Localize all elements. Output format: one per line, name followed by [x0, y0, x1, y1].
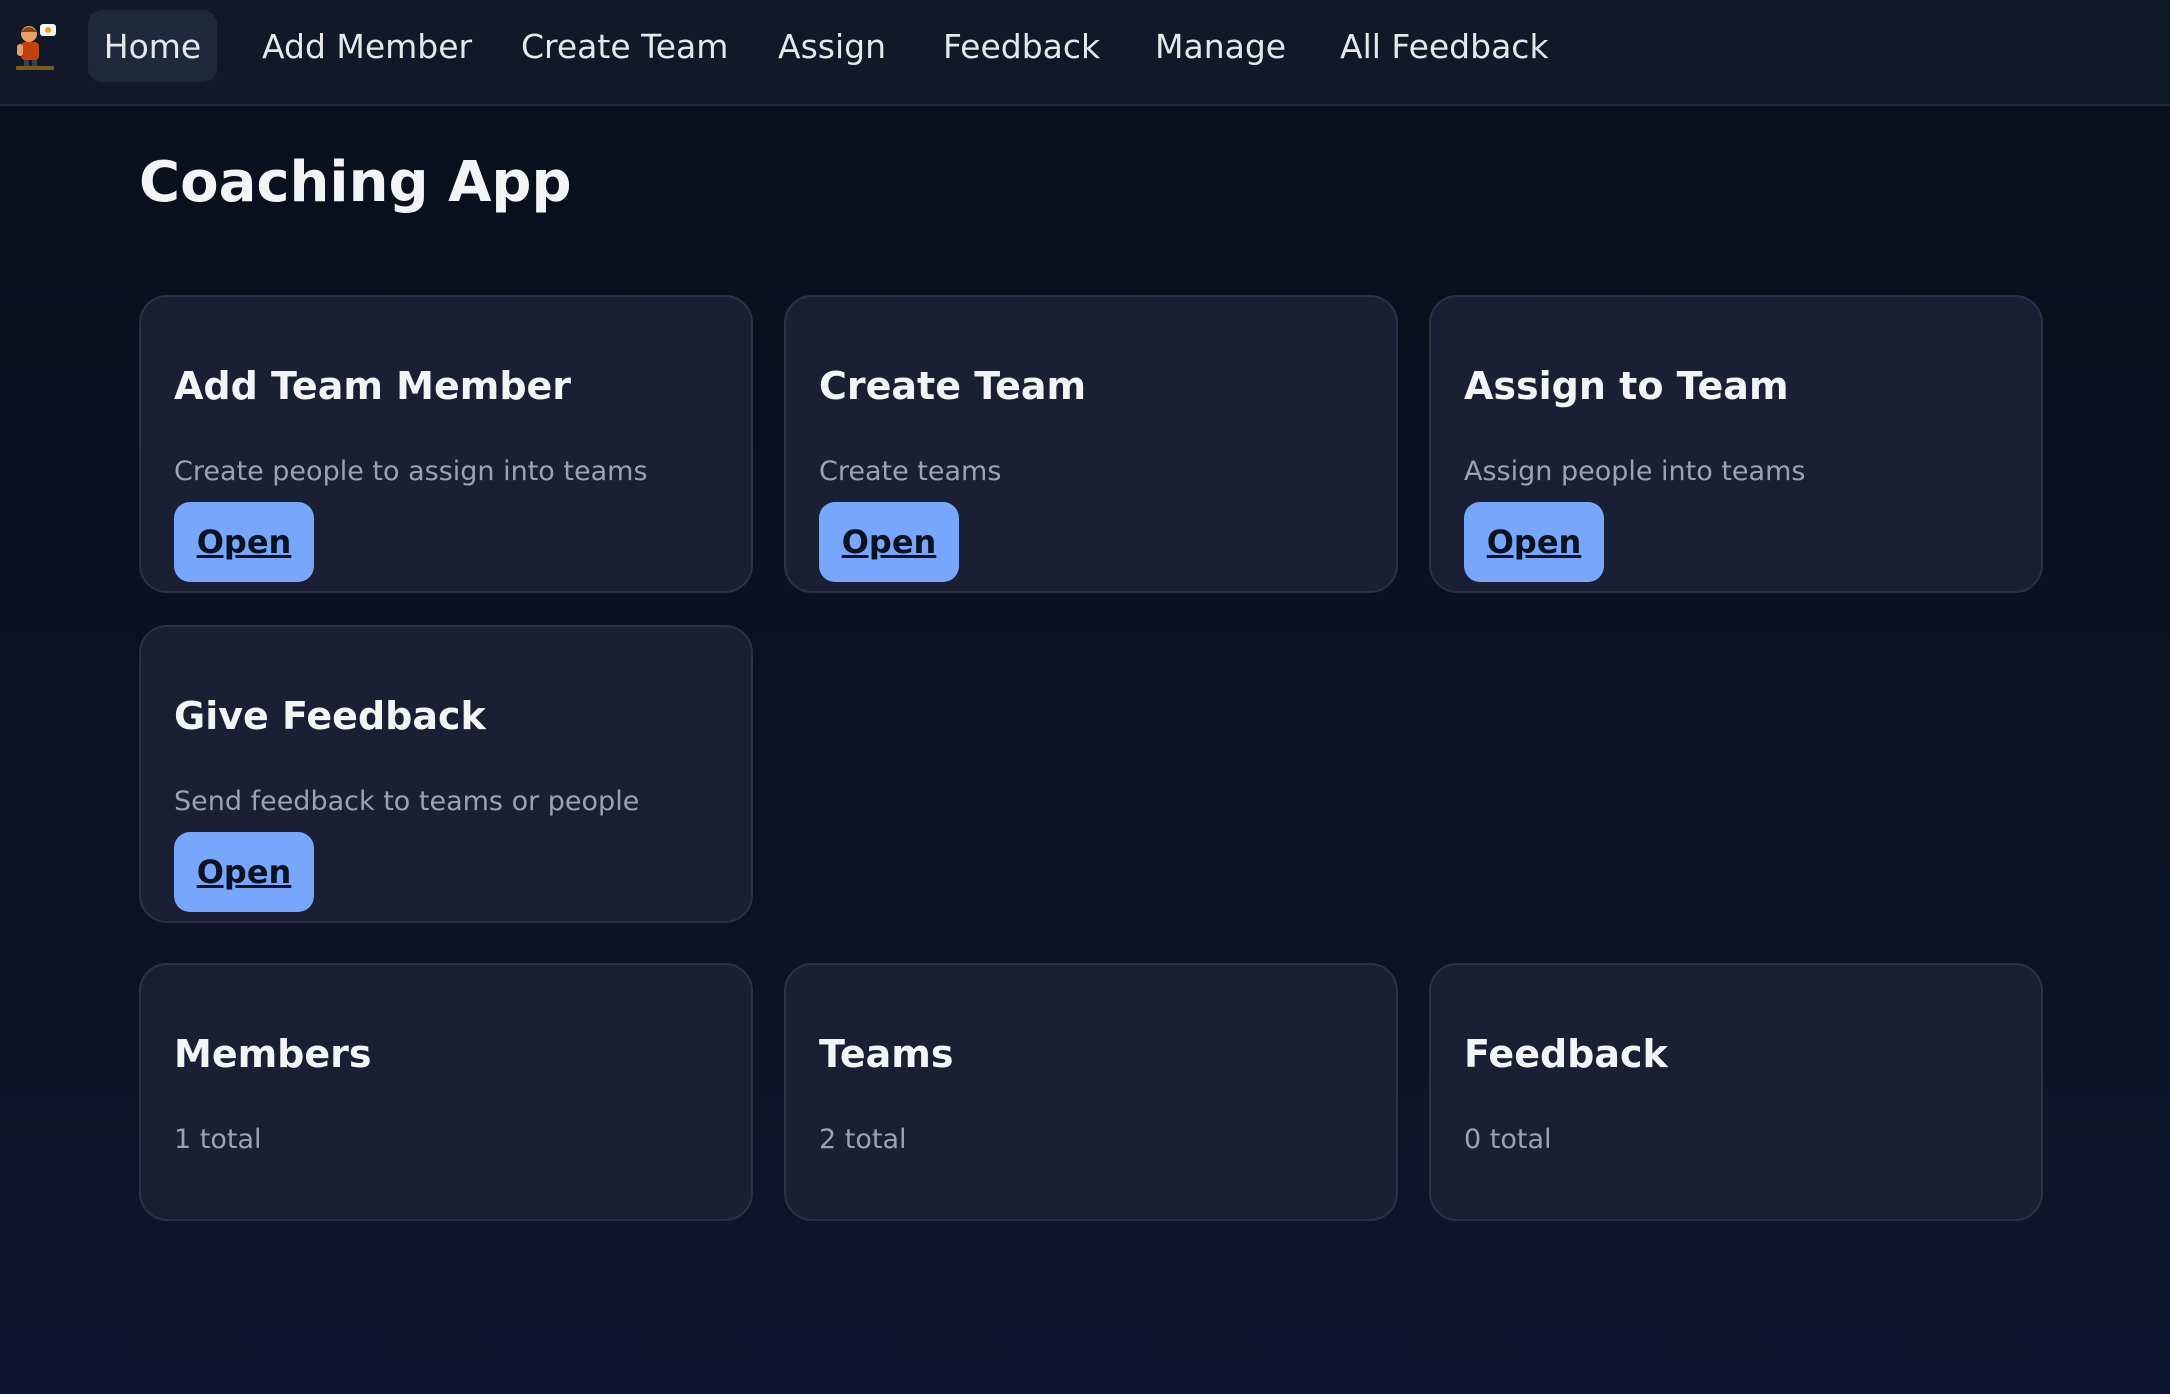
stat-title: Feedback — [1464, 1032, 1668, 1076]
coach-mascot-icon[interactable] — [12, 20, 60, 72]
nav-assign[interactable]: Assign — [758, 10, 906, 82]
stat-value: 2 total — [819, 1124, 907, 1155]
stat-value: 0 total — [1464, 1124, 1552, 1155]
nav-manage[interactable]: Manage — [1135, 10, 1306, 82]
card-title: Assign to Team — [1464, 364, 1789, 408]
card-description: Create teams — [819, 456, 1002, 487]
open-give-feedback-button[interactable]: Open — [174, 832, 314, 912]
action-card-assign-to-team: Assign to Team Assign people into teams … — [1429, 295, 2043, 593]
stat-title: Members — [174, 1032, 372, 1076]
card-description: Create people to assign into teams — [174, 456, 648, 487]
card-title: Create Team — [819, 364, 1087, 408]
top-navbar: Home Add Member Create Team Assign Feedb… — [0, 0, 2170, 106]
stat-card-feedback: Feedback 0 total — [1429, 963, 2043, 1221]
open-assign-to-team-button[interactable]: Open — [1464, 502, 1604, 582]
action-card-add-team-member: Add Team Member Create people to assign … — [139, 295, 753, 593]
stat-card-teams: Teams 2 total — [784, 963, 1398, 1221]
nav-add-member[interactable]: Add Member — [242, 10, 492, 82]
stat-value: 1 total — [174, 1124, 262, 1155]
action-card-give-feedback: Give Feedback Send feedback to teams or … — [139, 625, 753, 923]
card-title: Give Feedback — [174, 694, 486, 738]
open-add-team-member-button[interactable]: Open — [174, 502, 314, 582]
card-description: Assign people into teams — [1464, 456, 1806, 487]
card-title: Add Team Member — [174, 364, 572, 408]
nav-home[interactable]: Home — [88, 10, 217, 82]
card-description: Send feedback to teams or people — [174, 786, 640, 817]
stat-card-members: Members 1 total — [139, 963, 753, 1221]
open-create-team-button[interactable]: Open — [819, 502, 959, 582]
nav-all-feedback[interactable]: All Feedback — [1320, 10, 1569, 82]
stat-title: Teams — [819, 1032, 954, 1076]
nav-create-team[interactable]: Create Team — [501, 10, 748, 82]
nav-feedback[interactable]: Feedback — [923, 10, 1120, 82]
page-title: Coaching App — [139, 150, 572, 215]
action-card-create-team: Create Team Create teams Open — [784, 295, 1398, 593]
